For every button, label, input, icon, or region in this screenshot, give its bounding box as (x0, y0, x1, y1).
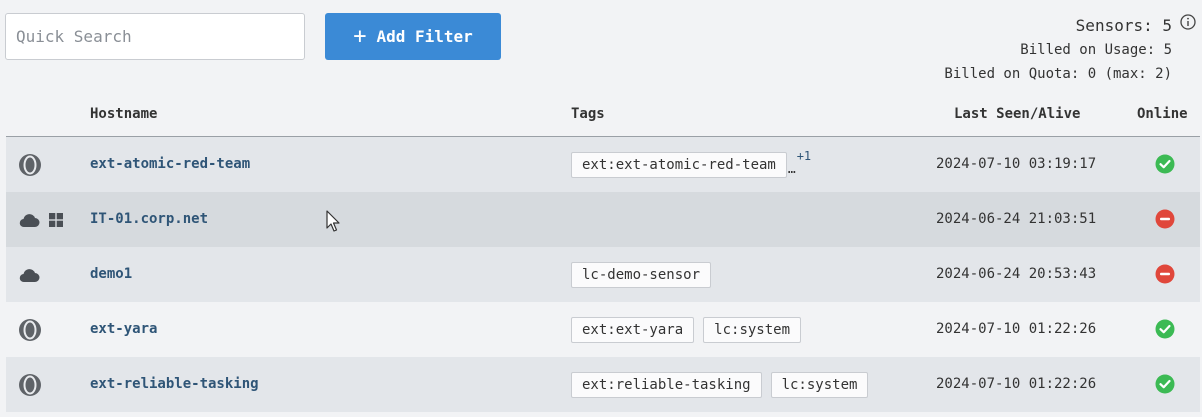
last-seen: 2024-07-10 01:22:26 (936, 376, 1097, 392)
sensor-icons (18, 302, 42, 357)
billed-usage: Billed on Usage: 5 (1020, 42, 1172, 58)
extension-icon (18, 153, 42, 177)
tag-chip[interactable]: lc:system (703, 316, 802, 343)
tag-chip[interactable]: lc-demo-sensor (571, 261, 712, 288)
tag-chip[interactable]: ext:ext-atomic-red-team (571, 151, 787, 178)
table-row[interactable]: IT-01.corp.net 2024-06-24 21:03:51 (6, 192, 1200, 247)
last-seen: 2024-07-10 01:22:26 (936, 321, 1097, 337)
more-tags-link[interactable]: +1 (797, 149, 811, 163)
table-row[interactable]: ext-atomic-red-team ext:ext-atomic-red-te… (6, 137, 1200, 192)
sensor-icons (18, 357, 42, 412)
hostname-link[interactable]: demo1 (90, 247, 132, 302)
sensor-icons (18, 192, 64, 247)
sensors-table: Hostname Tags Last Seen/Alive Online ext… (6, 92, 1200, 412)
tags-cell: lc-demo-sensor (571, 247, 712, 302)
tags-cell: ext:ext-atomic-red-team… +1 (571, 137, 811, 192)
offline-icon (1155, 209, 1175, 229)
last-seen: 2024-06-24 20:53:43 (936, 266, 1097, 282)
header-online[interactable]: Online (1137, 106, 1188, 122)
online-check-icon (1155, 374, 1175, 394)
sensors-count: Sensors: 5 (1075, 16, 1172, 35)
last-seen: 2024-07-10 03:19:17 (936, 156, 1097, 172)
info-icon[interactable] (1180, 14, 1196, 30)
hostname-link[interactable]: ext-atomic-red-team (90, 137, 250, 192)
tag-chip[interactable]: lc:system (770, 371, 869, 398)
tag-chip[interactable]: ext:reliable-tasking (571, 371, 762, 398)
add-filter-button[interactable]: + Add Filter (325, 13, 501, 60)
extension-icon (18, 318, 42, 342)
hostname-link[interactable]: ext-reliable-tasking (90, 357, 259, 412)
tag-overflow: … (787, 162, 796, 177)
extension-icon (18, 373, 42, 397)
mouse-cursor-icon (326, 210, 340, 232)
header-last-seen[interactable]: Last Seen/Alive (954, 106, 1080, 122)
add-filter-label: Add Filter (376, 27, 473, 46)
table-header: Hostname Tags Last Seen/Alive Online (6, 92, 1200, 137)
online-check-icon (1155, 319, 1175, 339)
header-hostname[interactable]: Hostname (90, 106, 157, 122)
hostname-link[interactable]: ext-yara (90, 302, 157, 357)
hostname-link[interactable]: IT-01.corp.net (90, 192, 208, 247)
table-row[interactable]: ext-yara ext:ext-yara lc:system 2024-07-10 … (6, 302, 1200, 357)
sensor-summary: Sensors: 5 Billed on Usage: 5 Billed on … (944, 14, 1172, 86)
sensor-icons (18, 247, 40, 302)
table-body: ext-atomic-red-team ext:ext-atomic-red-te… (6, 137, 1200, 412)
tags-cell: ext:ext-yara lc:system (571, 302, 802, 357)
tags-cell: ext:reliable-tasking lc:system (571, 357, 869, 412)
header-tags[interactable]: Tags (571, 106, 605, 122)
cloud-icon (18, 267, 40, 283)
cloud-icon (18, 212, 40, 228)
offline-icon (1155, 264, 1175, 284)
table-row[interactable]: ext-reliable-tasking ext:reliable-tasking… (6, 357, 1200, 412)
search-input[interactable] (5, 13, 305, 60)
windows-icon (48, 212, 64, 228)
tag-chip[interactable]: ext:ext-yara (571, 316, 695, 343)
plus-icon: + (353, 23, 367, 49)
table-row[interactable]: demo1 lc-demo-sensor 2024-06-24 20:53:43 (6, 247, 1200, 302)
online-check-icon (1155, 154, 1175, 174)
last-seen: 2024-06-24 21:03:51 (936, 211, 1097, 227)
billed-quota: Billed on Quota: 0 (max: 2) (944, 66, 1172, 82)
sensor-icons (18, 137, 42, 192)
